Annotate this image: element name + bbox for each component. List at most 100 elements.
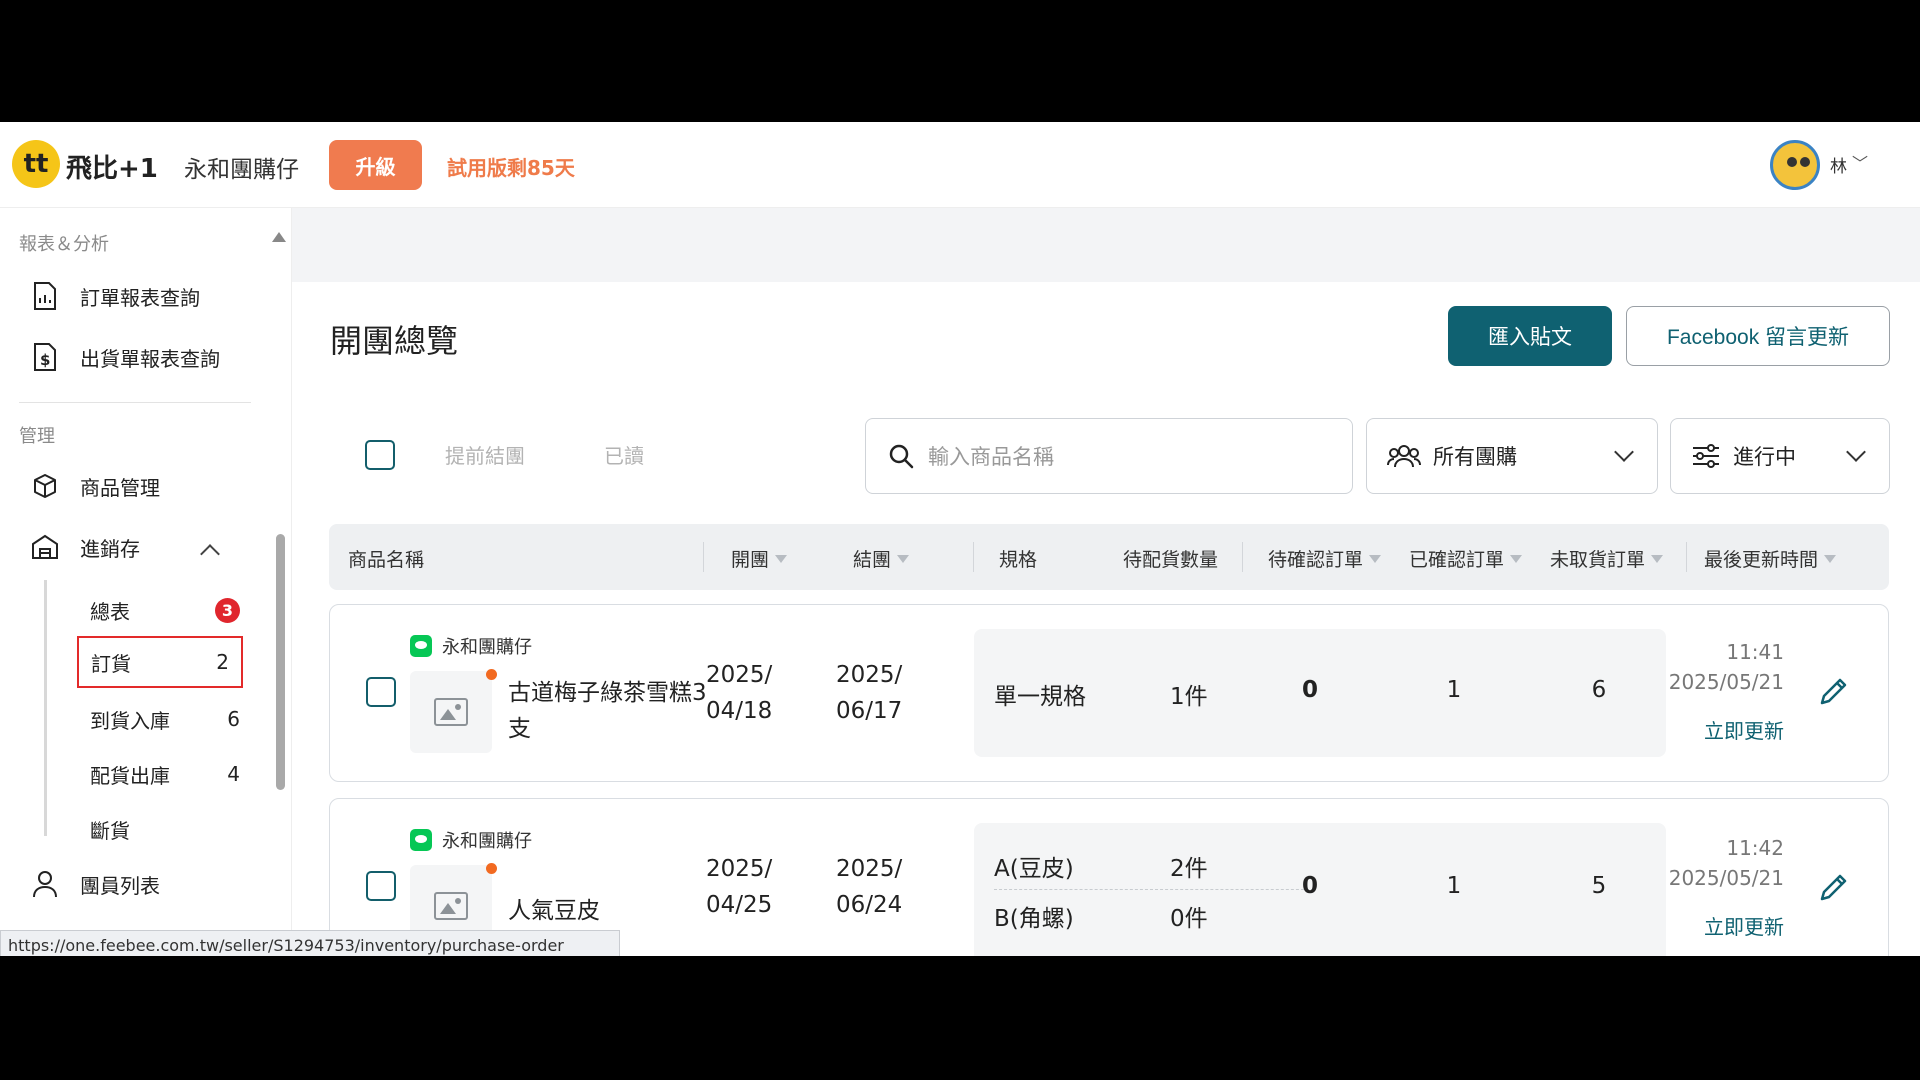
sidebar-item-inventory[interactable]: 進銷存 <box>30 527 140 567</box>
updated-date: 2025/05/21 <box>1668 866 1784 890</box>
sort-icon <box>1510 554 1523 563</box>
user-avatar[interactable] <box>1770 140 1820 190</box>
column-close-date[interactable]: 結團 <box>853 545 910 572</box>
column-spec: 規格 <box>999 549 1038 571</box>
edit-pencil-icon[interactable] <box>1816 675 1850 709</box>
sidebar-item-label: 進銷存 <box>80 536 140 561</box>
spec-name: 單一規格 <box>994 684 1086 710</box>
sidebar-divider <box>19 402 251 403</box>
select-all-checkbox[interactable] <box>365 440 395 470</box>
user-menu-chevron-icon[interactable]: ﹀ <box>1852 150 1868 174</box>
sub-item-dispatch[interactable]: 配貨出庫 4 <box>90 754 240 794</box>
report-chart-icon <box>30 281 60 311</box>
sub-item-summary[interactable]: 總表 3 <box>90 590 240 630</box>
search-input[interactable] <box>928 435 1328 479</box>
close-date: 2025/ 06/17 <box>836 662 903 724</box>
sidebar-item-members[interactable]: 團員列表 <box>30 864 160 904</box>
unread-dot <box>486 669 497 680</box>
upgrade-button[interactable]: 升級 <box>329 140 422 190</box>
confirmed-orders-count: 1 <box>1446 677 1462 703</box>
unpicked-orders-count: 5 <box>1591 873 1607 899</box>
close-early-action[interactable]: 提前結團 <box>445 440 525 469</box>
column-pending-orders[interactable]: 待確認訂單 <box>1268 545 1382 572</box>
main-content: 開團總覽 匯入貼文 Facebook 留言更新 提前結團 已讀 所有團購 進行中… <box>292 208 1920 956</box>
sub-item-purchase-order[interactable]: 訂貨 2 <box>77 636 243 688</box>
column-separator <box>973 542 974 572</box>
column-unpicked-orders[interactable]: 未取貨訂單 <box>1550 545 1664 572</box>
column-separator <box>1686 542 1687 572</box>
table-row[interactable]: 永和團購仔 古道梅子綠茶雪糕3支 2025/ 04/18 2025/ 06/17… <box>329 604 1889 782</box>
collapse-chevron-icon[interactable] <box>200 544 220 564</box>
chevron-down-icon <box>1846 442 1866 462</box>
column-last-updated[interactable]: 最後更新時間 <box>1704 545 1837 572</box>
product-name[interactable]: 古道梅子綠茶雪糕3支 <box>508 675 708 747</box>
image-placeholder-icon <box>434 698 468 726</box>
search-icon <box>889 444 914 469</box>
unpicked-orders-count: 6 <box>1591 677 1607 703</box>
sub-item-receiving[interactable]: 到貨入庫 6 <box>90 699 240 739</box>
facebook-comment-update-button[interactable]: Facebook 留言更新 <box>1626 306 1890 366</box>
logo-icon[interactable]: tt <box>12 140 60 188</box>
sort-icon <box>1369 554 1382 563</box>
column-pending-qty: 待配貨數量 <box>1123 549 1219 571</box>
sidebar-item-order-report[interactable]: 訂單報表查詢 <box>30 276 200 316</box>
column-product-name: 商品名稱 <box>348 549 425 571</box>
group-people-icon <box>1387 445 1421 468</box>
section-manage-label: 管理 <box>19 426 55 447</box>
step-number-badge: 3 <box>215 597 240 623</box>
mark-read-action[interactable]: 已讀 <box>604 440 644 469</box>
logo-text[interactable]: 飛比+1 <box>66 148 158 185</box>
column-open-date[interactable]: 開團 <box>731 545 788 572</box>
open-date: 2025/ 04/18 <box>706 662 773 724</box>
sub-item-out-of-stock[interactable]: 斷貨 <box>90 809 240 849</box>
updated-time: 11:41 <box>1726 640 1784 664</box>
dollar-document-icon: $ <box>30 342 60 372</box>
sidebar-scrollbar[interactable] <box>276 534 285 790</box>
chevron-down-icon <box>1614 442 1634 462</box>
sidebar-item-products[interactable]: 商品管理 <box>30 466 160 506</box>
section-reports-label: 報表＆分析 <box>19 234 109 255</box>
group-select[interactable]: 所有團購 <box>1366 418 1658 494</box>
open-date: 2025/ 04/25 <box>706 856 773 918</box>
update-now-link[interactable]: 立即更新 <box>1660 715 1784 744</box>
svg-text:$: $ <box>40 351 50 369</box>
pending-orders-count: 0 <box>1301 873 1318 899</box>
product-name[interactable]: 人氣豆皮 <box>508 893 708 929</box>
sub-item-label: 訂貨 <box>91 651 131 676</box>
sort-icon <box>897 554 910 563</box>
page-title: 開團總覽 <box>330 322 459 360</box>
product-thumbnail[interactable] <box>410 671 492 753</box>
column-confirmed-orders[interactable]: 已確認訂單 <box>1409 545 1523 572</box>
spec-qty: 0件 <box>1170 906 1208 932</box>
user-icon <box>30 869 60 899</box>
updated-time: 11:42 <box>1726 836 1784 860</box>
column-separator <box>1242 542 1243 572</box>
shop-name: 永和團購仔 <box>184 157 299 183</box>
row-checkbox[interactable] <box>366 871 396 901</box>
scroll-up-arrow-icon[interactable] <box>272 232 286 242</box>
spec-name: B(角螺) <box>994 906 1074 932</box>
sliders-icon <box>1693 444 1719 468</box>
table-header: 商品名稱 開團 結團 規格 待配貨數量 待確認訂單 已確認訂單 未取貨訂單 最後… <box>329 524 1889 590</box>
column-separator <box>703 542 704 572</box>
sidebar-item-label: 團員列表 <box>80 873 160 898</box>
sidebar-item-label: 訂單報表查詢 <box>80 285 200 310</box>
row-checkbox[interactable] <box>366 677 396 707</box>
spec-name: A(豆皮) <box>994 856 1074 882</box>
group-select-value: 所有團購 <box>1433 445 1517 469</box>
confirmed-orders-count: 1 <box>1446 873 1462 899</box>
sub-item-label: 斷貨 <box>90 818 130 843</box>
unread-dot <box>486 863 497 874</box>
sub-item-count: 6 <box>227 707 240 731</box>
pending-orders-count: 0 <box>1301 677 1318 703</box>
spec-qty: 1件 <box>1170 684 1208 710</box>
status-select[interactable]: 進行中 <box>1670 418 1890 494</box>
user-name[interactable]: 林 <box>1830 152 1847 177</box>
group-tag: 永和團購仔 <box>410 633 532 659</box>
image-placeholder-icon <box>434 892 468 920</box>
import-post-button[interactable]: 匯入貼文 <box>1448 306 1612 366</box>
edit-pencil-icon[interactable] <box>1816 871 1850 905</box>
update-now-link[interactable]: 立即更新 <box>1660 911 1784 940</box>
sidebar-item-shipping-report[interactable]: $ 出貨單報表查詢 <box>30 337 220 377</box>
search-box[interactable] <box>865 418 1353 494</box>
